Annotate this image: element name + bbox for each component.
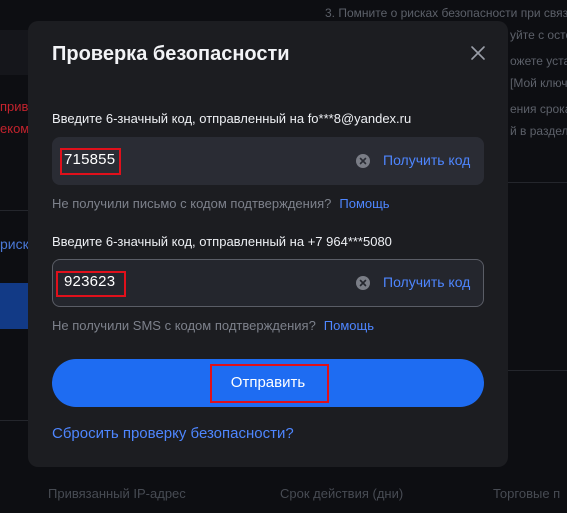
reset-security-link[interactable]: Сбросить проверку безопасности? (52, 425, 294, 442)
sms-help-row: Не получили SMS с кодом подтверждения? По… (52, 318, 374, 333)
background-warning-text: прив (0, 99, 29, 114)
email-code-value: 715855 (64, 151, 116, 168)
background-notice-text: уйте с осто (510, 28, 567, 42)
submit-button-label: Отправить (230, 374, 306, 391)
background-divider (508, 182, 567, 183)
background-divider (508, 370, 567, 371)
table-header-term: Срок действия (дни) (280, 486, 404, 501)
email-help-row: Не получили письмо с кодом подтверждения… (52, 196, 390, 211)
clear-icon[interactable] (356, 154, 370, 168)
background-notice-text: 3. Помните о рисках безопасности при свя… (325, 6, 567, 20)
sms-help-link[interactable]: Помощь (324, 318, 374, 333)
close-icon (471, 46, 485, 60)
submit-button[interactable]: Отправить (52, 359, 484, 407)
sms-code-label: Введите 6-значный код, отправленный на +… (52, 234, 392, 249)
dialog-title: Проверка безопасности (52, 43, 290, 65)
table-header-trade: Торговые п (493, 486, 561, 501)
background-panel (0, 30, 30, 75)
get-sms-code-button[interactable]: Получить код (383, 274, 470, 290)
clear-icon[interactable] (356, 276, 370, 290)
background-notice-text: [Мой ключ (510, 76, 567, 90)
email-help-text: Не получили письмо с кодом подтверждения… (52, 196, 332, 211)
email-help-link[interactable]: Помощь (339, 196, 389, 211)
email-code-label: Введите 6-значный код, отправленный на f… (52, 111, 412, 126)
background-notice-text: ожете уста (510, 54, 567, 68)
background-divider (0, 420, 28, 421)
security-verification-dialog: Проверка безопасности Введите 6-значный … (28, 21, 508, 467)
get-email-code-button[interactable]: Получить код (383, 152, 470, 168)
background-divider (0, 210, 28, 211)
table-header-ip: Привязанный IP-адрес (48, 486, 186, 501)
background-link: риск (0, 236, 29, 252)
background-button (0, 283, 28, 329)
background-warning-text: еком (0, 121, 30, 136)
email-code-input[interactable]: 715855 Получить код (52, 137, 484, 185)
sms-code-input[interactable]: 923623 Получить код (52, 259, 484, 307)
sms-code-value: 923623 (64, 273, 116, 290)
background-notice-text: й в раздел (510, 124, 567, 138)
sms-help-text: Не получили SMS с кодом подтверждения? (52, 318, 316, 333)
background-notice-text: ения срока (510, 102, 567, 116)
close-button[interactable] (468, 43, 488, 63)
